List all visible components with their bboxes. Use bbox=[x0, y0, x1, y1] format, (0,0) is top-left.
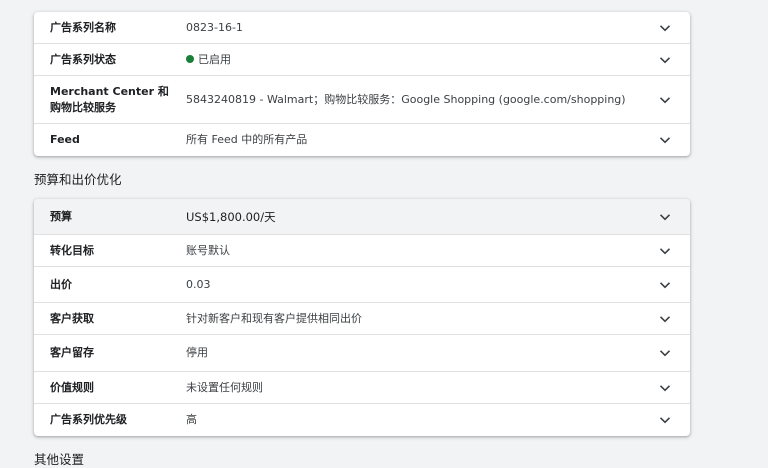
chevron-down-icon[interactable] bbox=[658, 53, 672, 67]
chevron-down-icon[interactable] bbox=[658, 413, 672, 427]
row-value: 针对新客户和现有客户提供相同出价 bbox=[186, 311, 362, 325]
row-value: US$1,800.00/天 bbox=[186, 209, 276, 224]
row-label: 出价 bbox=[50, 277, 72, 291]
row-value: 0.03 bbox=[186, 277, 211, 291]
chevron-down-icon[interactable] bbox=[658, 21, 672, 35]
chevron-down-icon[interactable] bbox=[658, 381, 672, 395]
row-label: 广告系列优先级 bbox=[50, 413, 127, 426]
status-text: 已启用 bbox=[198, 52, 231, 66]
row-conversion-goal[interactable]: 转化目标 账号默认 bbox=[34, 235, 690, 267]
row-value: 高 bbox=[186, 413, 197, 426]
campaign-basics-card: 广告系列名称 0823-16-1 广告系列状态 已启用 Merchant Cen… bbox=[34, 12, 690, 156]
row-campaign-priority[interactable]: 广告系列优先级 高 bbox=[34, 404, 690, 436]
row-label: Feed bbox=[50, 133, 80, 146]
chevron-down-icon[interactable] bbox=[658, 93, 672, 107]
chevron-down-icon[interactable] bbox=[658, 312, 672, 326]
row-label: 广告系列名称 bbox=[50, 20, 116, 34]
chevron-down-icon[interactable] bbox=[658, 133, 672, 147]
row-value: 账号默认 bbox=[186, 243, 230, 257]
row-label: 客户获取 bbox=[50, 311, 94, 325]
row-campaign-status[interactable]: 广告系列状态 已启用 bbox=[34, 44, 690, 76]
section-title-budget-bidding: 预算和出价优化 bbox=[34, 172, 122, 187]
row-value: 未设置任何规则 bbox=[186, 380, 263, 394]
row-value-wrapper: 已启用 bbox=[186, 52, 640, 68]
row-feed[interactable]: Feed 所有 Feed 中的所有产品 bbox=[34, 124, 690, 156]
chevron-down-icon[interactable] bbox=[658, 244, 672, 258]
campaign-settings-page: 广告系列名称 0823-16-1 广告系列状态 已启用 Merchant Cen… bbox=[0, 0, 768, 468]
row-label: 广告系列状态 bbox=[50, 52, 116, 66]
section-title-other-settings: 其他设置 bbox=[34, 452, 85, 467]
chevron-down-icon[interactable] bbox=[658, 278, 672, 292]
row-label: 客户留存 bbox=[50, 346, 94, 359]
row-value-rules[interactable]: 价值规则 未设置任何规则 bbox=[34, 372, 690, 404]
row-value: 停用 bbox=[186, 346, 208, 359]
row-label: 转化目标 bbox=[50, 243, 94, 257]
row-customer-acquisition[interactable]: 客户获取 针对新客户和现有客户提供相同出价 bbox=[34, 303, 690, 335]
row-label: 预算 bbox=[50, 209, 72, 223]
row-budget[interactable]: 预算 US$1,800.00/天 bbox=[34, 199, 690, 235]
chevron-down-icon[interactable] bbox=[658, 346, 672, 360]
row-value: 0823-16-1 bbox=[186, 20, 243, 34]
chevron-down-icon[interactable] bbox=[658, 210, 672, 224]
row-value: 所有 Feed 中的所有产品 bbox=[186, 133, 308, 146]
row-label: Merchant Center 和购物比较服务 bbox=[50, 84, 169, 114]
row-label: 价值规则 bbox=[50, 380, 94, 394]
row-merchant-center[interactable]: Merchant Center 和购物比较服务 5843240819 - Wal… bbox=[34, 76, 690, 124]
row-bidding[interactable]: 出价 0.03 bbox=[34, 267, 690, 303]
row-campaign-name[interactable]: 广告系列名称 0823-16-1 bbox=[34, 12, 690, 44]
budget-bidding-card: 预算 US$1,800.00/天 转化目标 账号默认 出价 0.03 客户获取 … bbox=[34, 199, 690, 436]
status-enabled-icon bbox=[186, 54, 194, 63]
row-customer-retention[interactable]: 客户留存 停用 bbox=[34, 335, 690, 372]
row-value: 5843240819 - Walmart；购物比较服务：Google Shopp… bbox=[186, 92, 626, 106]
